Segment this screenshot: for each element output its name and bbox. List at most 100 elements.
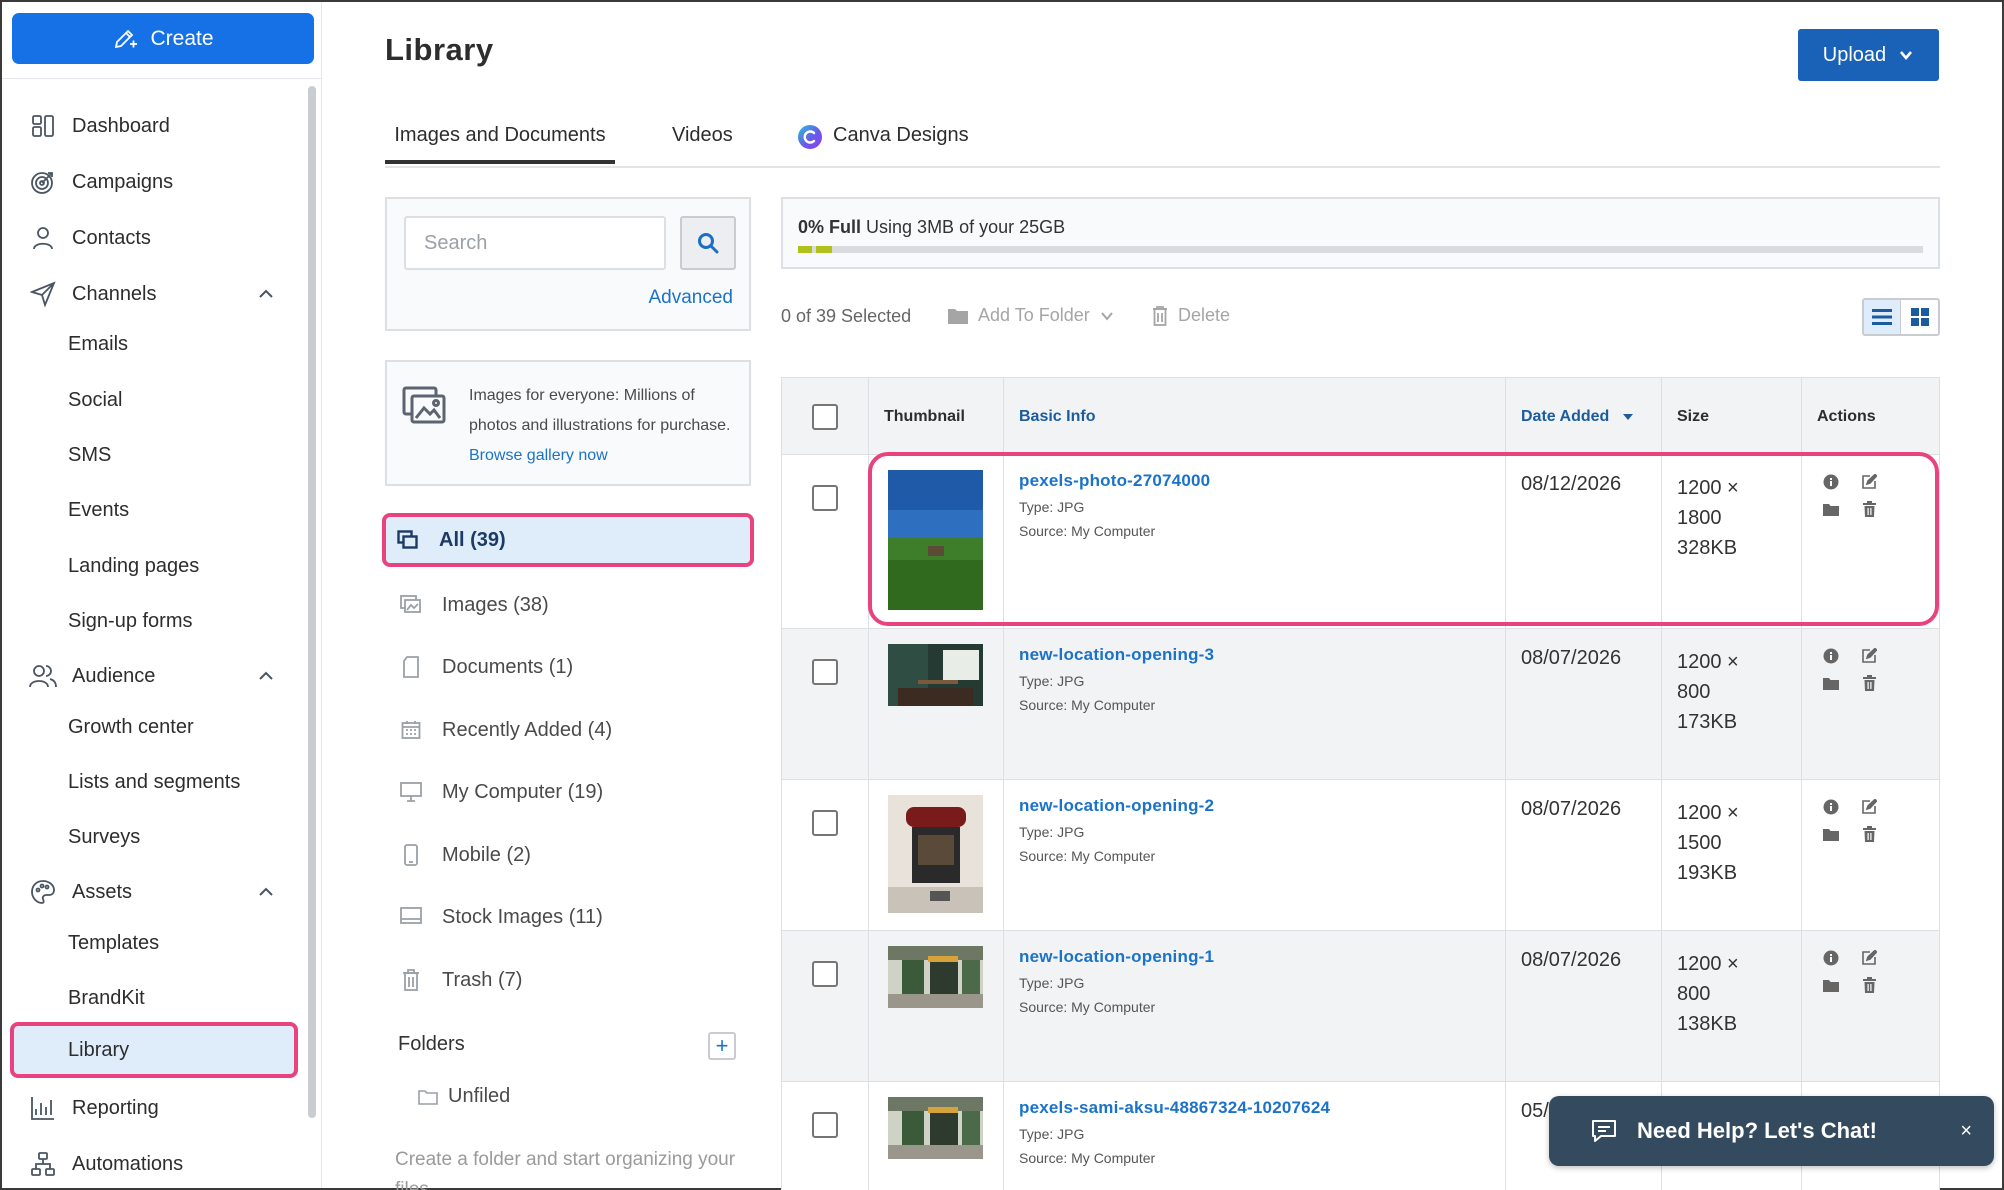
trash-icon[interactable] <box>1860 825 1878 843</box>
sidebar-item-emails[interactable]: Emails <box>2 320 302 368</box>
folder-icon[interactable] <box>1822 976 1840 994</box>
row-select-cell <box>782 780 869 930</box>
thumbnail-image[interactable] <box>888 1097 983 1159</box>
add-to-folder-label: Add To Folder <box>978 305 1090 325</box>
sidebar-item-library[interactable]: Library <box>10 1022 298 1078</box>
edit-icon[interactable] <box>1860 473 1878 491</box>
thumbnail-image[interactable] <box>888 470 983 610</box>
trash-icon[interactable] <box>1860 500 1878 518</box>
sidebar-item-reporting[interactable]: Reporting <box>2 1082 302 1134</box>
size-cell: 1200 × 1800 328KB <box>1662 455 1802 628</box>
file-name-link[interactable]: pexels-photo-27074000 <box>1019 471 1505 491</box>
sidebar-item-label: Social <box>68 388 123 411</box>
trash-icon[interactable] <box>1860 976 1878 994</box>
add-folder-button[interactable]: + <box>708 1032 736 1060</box>
sidebar-item-dashboard[interactable]: Dashboard <box>2 100 302 152</box>
sidebar-item-campaigns[interactable]: Campaigns <box>2 156 302 208</box>
sidebar-item-surveys[interactable]: Surveys <box>2 813 302 861</box>
info-icon[interactable] <box>1822 473 1840 491</box>
column-header-label: Date Added <box>1521 408 1610 425</box>
column-header-basic-info[interactable]: Basic Info <box>1004 378 1506 456</box>
trash-icon[interactable] <box>1860 674 1878 692</box>
select-all-checkbox[interactable] <box>812 404 838 430</box>
sidebar-item-landing-pages[interactable]: Landing pages <box>2 542 302 590</box>
actions-cell <box>1802 455 1939 628</box>
filter-documents[interactable]: Documents (1) <box>385 642 751 692</box>
storage-percent: 0% Full <box>798 217 862 237</box>
add-to-folder-button[interactable]: Add To Folder <box>948 305 1114 326</box>
info-icon[interactable] <box>1822 798 1840 816</box>
sidebar-item-sms[interactable]: SMS <box>2 431 302 479</box>
list-view-button[interactable] <box>1864 300 1902 334</box>
sidebar-item-contacts[interactable]: Contacts <box>2 212 302 264</box>
chevron-up-icon[interactable] <box>256 284 276 304</box>
folder-icon[interactable] <box>1822 674 1840 692</box>
edit-icon[interactable] <box>1860 798 1878 816</box>
thumbnail-cell <box>869 455 1004 628</box>
table-row[interactable]: new-location-opening-2 Type: JPG Source: M… <box>782 780 1939 931</box>
sidebar-item-brandkit[interactable]: BrandKit <box>2 974 302 1022</box>
file-name-link[interactable]: new-location-opening-1 <box>1019 947 1505 967</box>
search-input[interactable] <box>404 216 666 270</box>
sidebar-scrollbar[interactable] <box>308 86 316 1118</box>
grid-view-button[interactable] <box>1901 300 1938 334</box>
filter-images[interactable]: Images (38) <box>385 580 751 630</box>
info-icon[interactable] <box>1822 949 1840 967</box>
row-checkbox[interactable] <box>812 659 838 685</box>
filter-mobile[interactable]: Mobile (2) <box>385 830 751 880</box>
search-button[interactable] <box>680 216 736 270</box>
tab-videos[interactable]: Videos <box>672 124 733 164</box>
folder-icon[interactable] <box>1822 825 1840 843</box>
sidebar-item-automations[interactable]: Automations <box>2 1138 302 1188</box>
column-header-date-added[interactable]: Date Added <box>1506 378 1662 456</box>
tab-images-and-documents[interactable]: Images and Documents <box>385 124 615 164</box>
sidebar-item-social[interactable]: Social <box>2 376 302 424</box>
create-button-label: Create <box>150 26 214 50</box>
file-name-link[interactable]: new-location-opening-2 <box>1019 796 1505 816</box>
folder-unfiled[interactable]: Unfiled <box>418 1085 510 1108</box>
sidebar-item-events[interactable]: Events <box>2 486 302 534</box>
file-name-link[interactable]: new-location-opening-3 <box>1019 645 1505 665</box>
edit-icon[interactable] <box>1860 647 1878 665</box>
edit-icon[interactable] <box>1860 949 1878 967</box>
stock-images-icon <box>400 906 422 928</box>
upload-button[interactable]: Upload <box>1798 29 1939 81</box>
sidebar-item-label: SMS <box>68 443 112 466</box>
row-checkbox[interactable] <box>812 1112 838 1138</box>
thumbnail-image[interactable] <box>888 644 983 706</box>
thumbnail-image[interactable] <box>888 946 983 1008</box>
table-row[interactable]: pexels-photo-27074000 Type: JPG Source: My… <box>782 455 1939 629</box>
close-icon[interactable]: × <box>1960 1120 1972 1143</box>
sidebar-item-templates[interactable]: Templates <box>2 919 302 967</box>
help-chat-widget[interactable]: Need Help? Let's Chat! × <box>1549 1096 1994 1166</box>
sidebar-item-audience[interactable]: Audience <box>2 650 302 702</box>
chevron-up-icon[interactable] <box>256 882 276 902</box>
sidebar-item-signup-forms[interactable]: Sign-up forms <box>2 597 302 645</box>
folder-icon[interactable] <box>1822 500 1840 518</box>
chevron-up-icon[interactable] <box>256 666 276 686</box>
thumbnail-image[interactable] <box>888 795 983 913</box>
table-row[interactable]: new-location-opening-3 Type: JPG Source: M… <box>782 629 1939 780</box>
sidebar-item-label: Templates <box>68 931 160 954</box>
row-checkbox[interactable] <box>812 961 838 987</box>
info-icon[interactable] <box>1822 647 1840 665</box>
sidebar-item-growth-center[interactable]: Growth center <box>2 703 302 751</box>
sidebar-item-lists-and-segments[interactable]: Lists and segments <box>2 758 302 806</box>
filter-trash[interactable]: Trash (7) <box>385 955 751 1005</box>
sidebar-item-channels[interactable]: Channels <box>2 268 302 320</box>
file-name-link[interactable]: pexels-sami-aksu-48867324-10207624 <box>1019 1098 1505 1118</box>
tab-canva-designs[interactable]: Canva Designs <box>797 124 969 164</box>
filter-stock-images[interactable]: Stock Images (11) <box>385 892 751 942</box>
table-row[interactable]: new-location-opening-1 Type: JPG Source: M… <box>782 931 1939 1082</box>
advanced-search-link[interactable]: Advanced <box>648 287 733 309</box>
filter-my-computer[interactable]: My Computer (19) <box>385 767 751 817</box>
filter-recently-added[interactable]: Recently Added (4) <box>385 705 751 755</box>
delete-button[interactable]: Delete <box>1152 305 1230 326</box>
create-button[interactable]: Create <box>12 13 314 64</box>
browse-gallery-link[interactable]: Browse gallery now <box>469 447 608 464</box>
row-checkbox[interactable] <box>812 810 838 836</box>
sidebar-item-label: Emails <box>68 332 129 355</box>
filter-all[interactable]: All (39) <box>382 513 754 567</box>
sidebar-item-assets[interactable]: Assets <box>2 866 302 918</box>
row-checkbox[interactable] <box>812 485 838 511</box>
